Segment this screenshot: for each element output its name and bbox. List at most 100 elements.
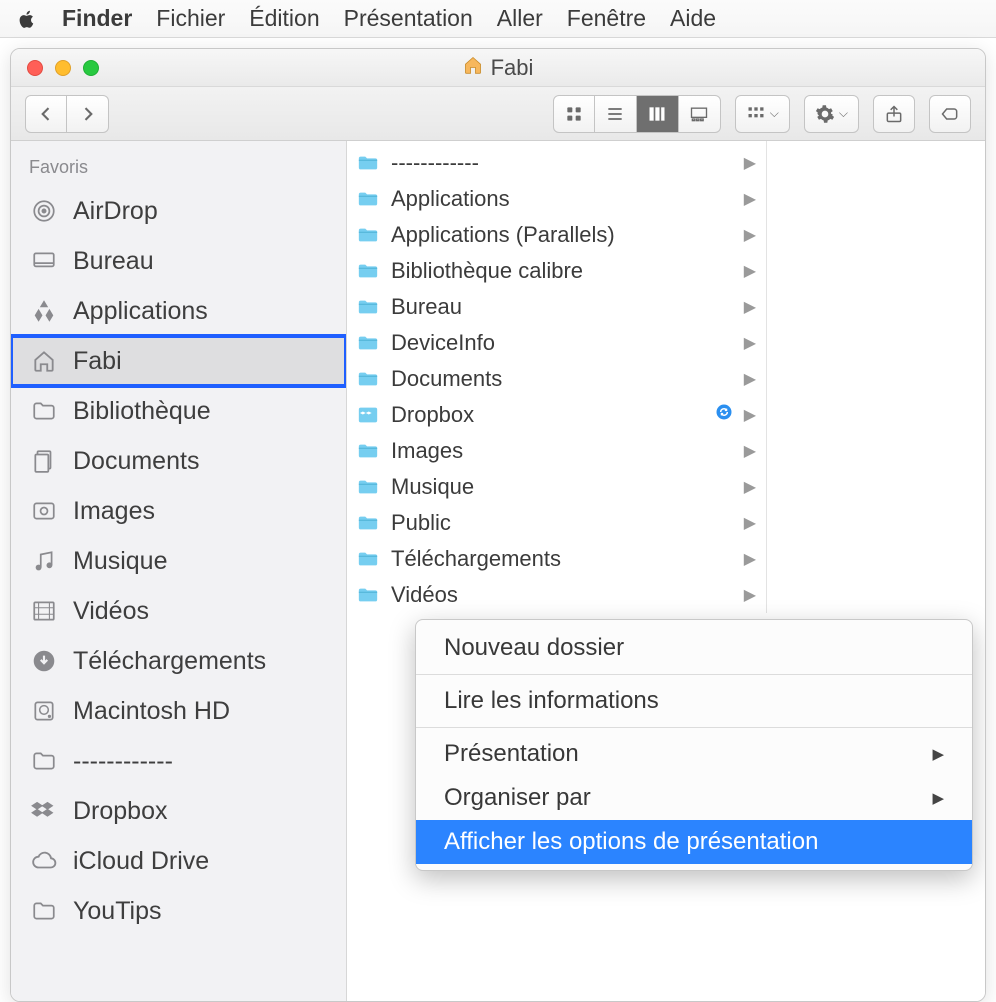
- file-row[interactable]: Bureau▶: [347, 289, 766, 325]
- folder-icon: [355, 476, 381, 498]
- sidebar-item--[interactable]: ------------: [11, 736, 346, 786]
- context-menu-item[interactable]: Lire les informations: [416, 679, 972, 723]
- sidebar-item-label: Vidéos: [73, 597, 149, 626]
- chevron-down-icon: ⌵: [839, 106, 848, 121]
- hdd-icon: [29, 698, 59, 724]
- file-row[interactable]: ------------ ▶: [347, 145, 766, 181]
- folder-icon: [355, 548, 381, 570]
- view-icon-button[interactable]: [553, 95, 595, 133]
- sidebar-item-vid-os[interactable]: Vidéos: [11, 586, 346, 636]
- folder-icon: [29, 398, 59, 424]
- images-icon: [29, 498, 59, 524]
- action-button[interactable]: ⌵: [804, 95, 859, 133]
- folder-icon: [355, 440, 381, 462]
- file-name: Dropbox: [391, 402, 704, 428]
- sidebar-item-label: Fabi: [73, 347, 122, 376]
- file-row[interactable]: Applications▶: [347, 181, 766, 217]
- view-list-button[interactable]: [595, 95, 637, 133]
- apple-icon[interactable]: [16, 8, 38, 30]
- view-gallery-button[interactable]: [679, 95, 721, 133]
- disclosure-arrow-icon: ▶: [744, 189, 756, 209]
- forward-button[interactable]: [67, 95, 109, 133]
- arrange-button[interactable]: ⌵: [735, 95, 790, 133]
- file-row[interactable]: Bibliothèque calibre▶: [347, 253, 766, 289]
- window-titlebar: Fabi: [11, 49, 985, 87]
- file-row[interactable]: Téléchargements ▶: [347, 541, 766, 577]
- folder-icon: [355, 260, 381, 282]
- sidebar-item-label: Dropbox: [73, 797, 168, 826]
- sidebar-section-header: Favoris: [11, 153, 346, 186]
- file-row[interactable]: Musique▶: [347, 469, 766, 505]
- disclosure-arrow-icon: ▶: [744, 153, 756, 173]
- content-area: ------------▶Applications▶Applications (…: [347, 141, 985, 1001]
- sidebar-item-documents[interactable]: Documents: [11, 436, 346, 486]
- file-name: Vidéos: [391, 582, 734, 608]
- file-name: Téléchargements: [391, 546, 734, 572]
- file-name: DeviceInfo: [391, 330, 734, 356]
- disclosure-arrow-icon: ▶: [744, 477, 756, 497]
- sidebar-item-fabi[interactable]: Fabi: [11, 336, 346, 386]
- menubar-item-edit[interactable]: Édition: [249, 5, 319, 32]
- file-name: ------------: [391, 150, 734, 176]
- file-name: Documents: [391, 366, 734, 392]
- file-name: Images: [391, 438, 734, 464]
- nav-back-forward: [25, 95, 109, 133]
- disclosure-arrow-icon: ▶: [744, 225, 756, 245]
- sidebar-item-label: ------------: [73, 747, 173, 776]
- sidebar-item-airdrop[interactable]: AirDrop: [11, 186, 346, 236]
- file-row[interactable]: Public▶: [347, 505, 766, 541]
- share-button[interactable]: [873, 95, 915, 133]
- file-row[interactable]: Applications (Parallels)▶: [347, 217, 766, 253]
- disclosure-arrow-icon: ▶: [744, 549, 756, 569]
- sidebar-item-youtips[interactable]: YouTips: [11, 886, 346, 936]
- sidebar-item-musique[interactable]: Musique: [11, 536, 346, 586]
- file-row[interactable]: Vidéos▶: [347, 577, 766, 613]
- home-icon: [463, 55, 483, 81]
- sidebar-item-dropbox[interactable]: Dropbox: [11, 786, 346, 836]
- window-zoom-button[interactable]: [83, 60, 99, 76]
- sidebar-item-bureau[interactable]: Bureau: [11, 236, 346, 286]
- menubar-app-name[interactable]: Finder: [62, 5, 132, 32]
- menubar-item-window[interactable]: Fenêtre: [567, 5, 646, 32]
- music-icon: [29, 548, 59, 574]
- context-menu-item[interactable]: Afficher les options de présentation: [416, 820, 972, 864]
- menubar-item-file[interactable]: Fichier: [156, 5, 225, 32]
- sidebar-item-label: Images: [73, 497, 155, 526]
- back-button[interactable]: [25, 95, 67, 133]
- disclosure-arrow-icon: ▶: [744, 369, 756, 389]
- context-menu-item[interactable]: Nouveau dossier: [416, 626, 972, 670]
- sidebar-item-macintosh-hd[interactable]: Macintosh HD: [11, 686, 346, 736]
- tags-button[interactable]: [929, 95, 971, 133]
- file-row[interactable]: Documents ▶: [347, 361, 766, 397]
- apps-icon: [29, 298, 59, 324]
- context-menu: Nouveau dossier Lire les informations Prés…: [415, 619, 973, 871]
- window-minimize-button[interactable]: [55, 60, 71, 76]
- file-row[interactable]: Images▶: [347, 433, 766, 469]
- menubar-item-view[interactable]: Présentation: [344, 5, 473, 32]
- toolbar: ⌵ ⌵: [11, 87, 985, 141]
- context-menu-item[interactable]: Présentation: [416, 732, 972, 776]
- file-row[interactable]: Dropbox ▶: [347, 397, 766, 433]
- disclosure-arrow-icon: ▶: [744, 297, 756, 317]
- sidebar-item-applications[interactable]: Applications: [11, 286, 346, 336]
- sidebar-item-t-l-chargements[interactable]: Téléchargements: [11, 636, 346, 686]
- disclosure-arrow-icon: ▶: [744, 405, 756, 425]
- menubar-item-go[interactable]: Aller: [497, 5, 543, 32]
- folder-icon: [29, 748, 59, 774]
- window-close-button[interactable]: [27, 60, 43, 76]
- folder-icon: [355, 512, 381, 534]
- window-title-text: Fabi: [491, 55, 534, 81]
- sidebar-item-icloud-drive[interactable]: iCloud Drive: [11, 836, 346, 886]
- menubar-item-help[interactable]: Aide: [670, 5, 716, 32]
- menu-item-label: Afficher les options de présentation: [444, 828, 818, 856]
- column-view-pane: ------------▶Applications▶Applications (…: [347, 141, 767, 613]
- sidebar-item-images[interactable]: Images: [11, 486, 346, 536]
- sidebar-item-biblioth-que[interactable]: Bibliothèque: [11, 386, 346, 436]
- desktop-icon: [29, 248, 59, 274]
- disclosure-arrow-icon: ▶: [744, 261, 756, 281]
- file-row[interactable]: DeviceInfo▶: [347, 325, 766, 361]
- sidebar: Favoris AirDropBureauApplications Fabi Bib…: [11, 141, 347, 1001]
- folder-icon: [355, 188, 381, 210]
- view-column-button[interactable]: [637, 95, 679, 133]
- context-menu-item[interactable]: Organiser par: [416, 776, 972, 820]
